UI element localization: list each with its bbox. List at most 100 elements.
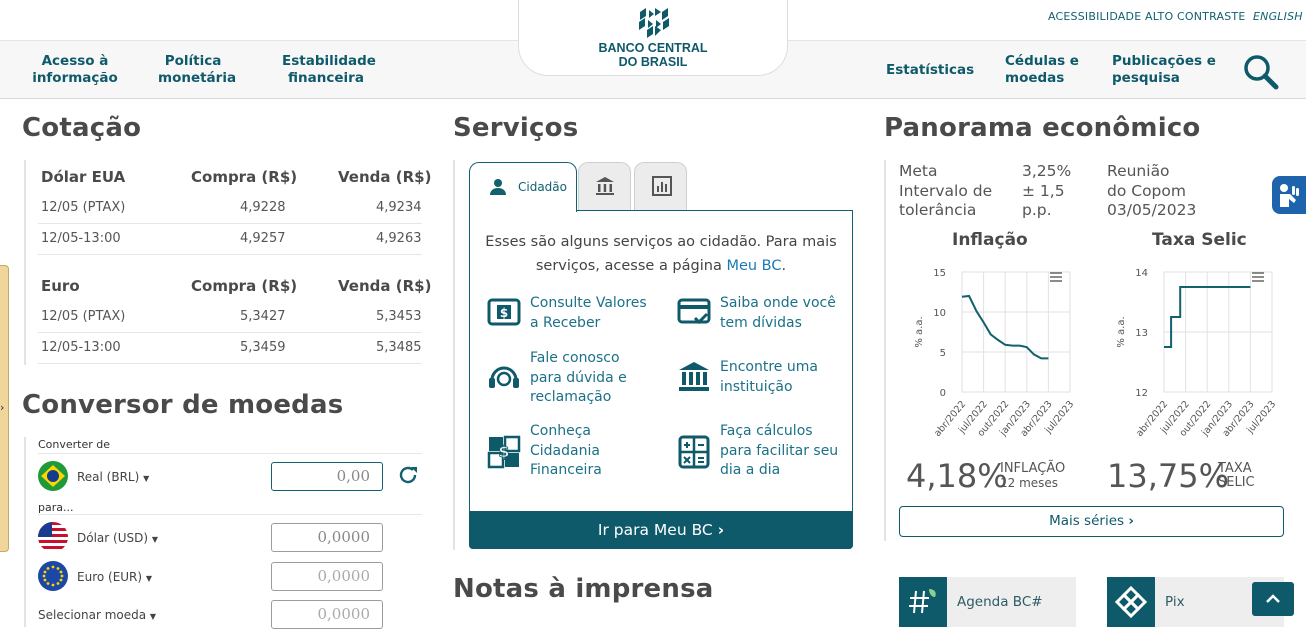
inflacao-ytick-label: 0 (940, 388, 946, 399)
cotacao-divider (24, 160, 26, 365)
inflacao-value: 4,18% (906, 457, 1008, 495)
meu-bc-link[interactable]: Meu BC (726, 258, 781, 274)
usd-row2-buy: 4,9257 (240, 231, 286, 246)
usd-row1-buy: 4,9228 (240, 200, 286, 215)
back-to-top-button[interactable] (1252, 582, 1294, 616)
meta-label: Meta Intervalo de tolerância (899, 162, 993, 219)
usd-row2-sell: 4,9263 (376, 231, 422, 246)
bcb-logo[interactable]: BANCO CENTRAL DO BRASIL (518, 0, 788, 76)
conversor-divider (24, 437, 26, 627)
chevron-right-icon: › (717, 521, 725, 539)
panorama-divider (884, 160, 886, 541)
mais-series-button[interactable]: Mais séries › (899, 506, 1284, 537)
person-icon (490, 179, 506, 195)
row-separator (38, 223, 422, 224)
notas-title: Notas à imprensa (453, 574, 714, 604)
tab-empresas[interactable] (578, 162, 631, 211)
refresh-icon[interactable] (397, 464, 419, 486)
eu-flag-icon (38, 561, 68, 591)
inflacao-chart: 051015abr/2022jul/2022out/2022jan/2023ab… (914, 268, 1076, 439)
eur-amount-output[interactable]: 0,0000 (271, 562, 383, 591)
ir-para-meu-bc-button[interactable]: Ir para Meu BC › (469, 511, 853, 549)
copom-meeting: Reunião do Copom 03/05/2023 (1107, 162, 1197, 219)
eur-row1-sell: 5,3453 (376, 309, 422, 324)
selic-value: 13,75% (1107, 457, 1230, 495)
from-currency-select[interactable]: Real (BRL) ▼ (77, 470, 149, 484)
selic-ytick-label: 13 (1135, 328, 1148, 339)
usd-amount-output[interactable]: 0,0000 (271, 523, 383, 552)
row-separator (38, 332, 422, 333)
usd-row1-sell: 4,9234 (376, 200, 422, 215)
caret-down-icon: ▼ (145, 574, 153, 583)
tab-cidadao[interactable]: Cidadão (469, 162, 577, 212)
logo-text: BANCO CENTRAL DO BRASIL (598, 41, 708, 69)
eur-row2-buy: 5,3459 (240, 340, 286, 355)
row-separator (38, 254, 422, 255)
from-amount-input[interactable]: 0,00 (271, 462, 383, 491)
to-currency-select-eur[interactable]: Euro (EUR) ▼ (77, 570, 152, 584)
pix-icon (1107, 577, 1155, 627)
inflacao-ylabel: % a.a. (914, 316, 925, 347)
nav-publicacoes-pesquisa[interactable]: Publicações e pesquisa (1112, 53, 1216, 87)
selic-ytick-label: 14 (1135, 268, 1148, 279)
eur-sell-header: Venda (R$) (338, 277, 432, 295)
nav-estabilidade-financeira[interactable]: Estabilidade financeira (282, 53, 376, 87)
headset-icon (489, 366, 519, 388)
card-check-icon (677, 298, 711, 325)
agenda-bc-card[interactable]: Agenda BC# (899, 577, 1076, 627)
inflacao-value-label: INFLAÇÃO 12 meses (1000, 461, 1066, 491)
chart-icon (652, 176, 672, 196)
service-saiba-dividas[interactable]: Saiba onde você tem dívidas (720, 294, 836, 333)
nav-estatisticas[interactable]: Estatísticas (886, 62, 974, 79)
money-note-icon: $ (487, 298, 521, 326)
eur-row1-buy: 5,3427 (240, 309, 286, 324)
nav-politica-monetaria[interactable]: Política monetária (158, 53, 236, 87)
inflacao-ytick-label: 5 (940, 348, 946, 359)
to-currency-select-usd[interactable]: Dólar (USD) ▼ (77, 531, 158, 545)
row-separator (38, 363, 422, 364)
caret-down-icon: ▼ (149, 612, 157, 621)
accessibility-hand-icon[interactable] (1272, 176, 1306, 214)
servicos-divider (453, 160, 455, 550)
usd-row2-label: 12/05-13:00 (41, 231, 121, 246)
chevron-right-icon: › (1128, 513, 1134, 529)
selic-value-label: TAXA SELIC (1218, 461, 1255, 490)
converter-to-label: para... (38, 501, 74, 514)
chevron-right-icon: › (0, 401, 5, 414)
service-cidadania-financeira[interactable]: Conheça Cidadania Financeira (530, 422, 602, 481)
other-amount-output[interactable]: 0,0000 (271, 600, 383, 629)
converter-separator (38, 453, 422, 454)
service-fale-conosco[interactable]: Fale conosco para dúvida e reclamação (530, 349, 627, 408)
eur-buy-header: Compra (R$) (191, 277, 298, 295)
chevron-up-icon (1266, 594, 1280, 603)
accessibility-link[interactable]: ACESSIBILIDADE (1048, 10, 1141, 23)
bcb-emblem-icon (639, 8, 669, 38)
tab-cidadao-label: Cidadão (518, 180, 567, 194)
service-consulte-valores[interactable]: Consulte Valores a Receber (530, 294, 647, 333)
servicos-title: Serviços (453, 113, 579, 143)
search-icon[interactable] (1243, 54, 1279, 90)
usa-flag-icon (38, 522, 68, 552)
panorama-title: Panorama econômico (884, 113, 1201, 143)
converter-separator (38, 514, 422, 515)
bank-icon (596, 177, 614, 195)
eur-row1-label: 12/05 (PTAX) (41, 309, 126, 324)
selic-ylabel: % a.a. (1116, 316, 1127, 347)
svg-text:$: $ (498, 442, 509, 461)
nav-acesso-informacao[interactable]: Acesso à informação (29, 53, 121, 87)
services-intro: Esses são alguns serviços ao cidadão. Pa… (485, 234, 837, 274)
calculator-icon (678, 435, 710, 469)
agenda-bc-label: Agenda BC# (957, 594, 1043, 610)
pix-label: Pix (1165, 594, 1185, 610)
nav-cedulas-moedas[interactable]: Cédulas e moedas (1005, 53, 1079, 87)
inflacao-plot-frame (961, 271, 1071, 393)
usd-currency-header: Dólar EUA (41, 168, 126, 186)
svg-text:$: $ (500, 306, 508, 320)
service-encontre-instituicao[interactable]: Encontre uma instituição (720, 358, 818, 397)
inflacao-chart-title: Inflação (952, 230, 1028, 250)
service-faca-calculos[interactable]: Faça cálculos para facilitar seu dia a dia (720, 422, 838, 481)
to-currency-select-other[interactable]: Selecionar moeda ▼ (38, 608, 156, 622)
high-contrast-link[interactable]: ALTO CONTRASTE (1145, 10, 1245, 23)
english-link[interactable]: ENGLISH (1253, 10, 1303, 23)
tab-estatisticas[interactable] (634, 162, 687, 211)
